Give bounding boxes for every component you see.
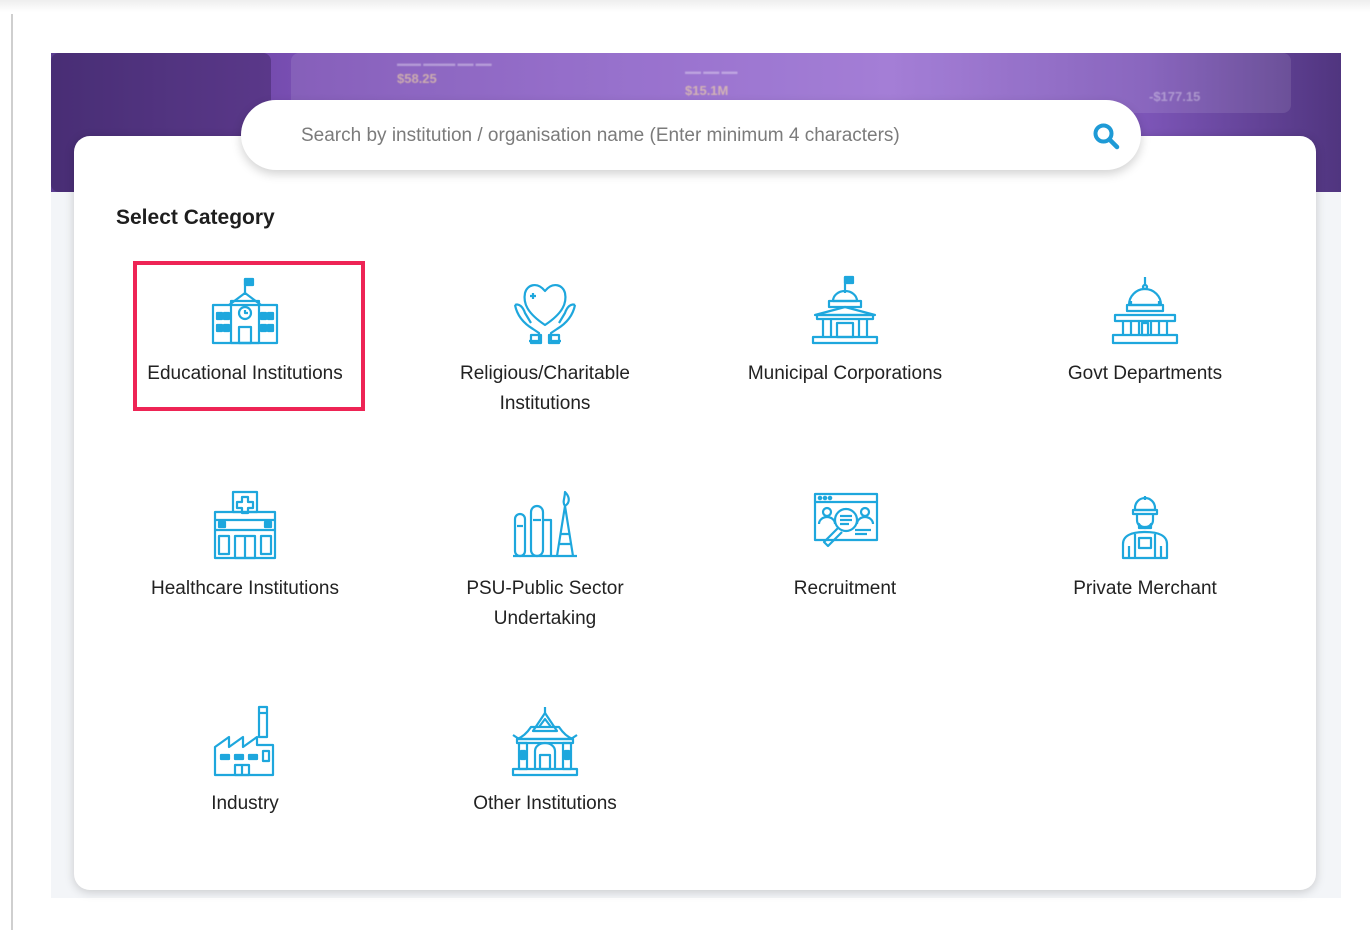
recruitment-search-icon [809, 490, 881, 562]
factory-icon [209, 705, 281, 777]
hospital-icon [209, 490, 281, 562]
category-label: Govt Departments [1067, 363, 1223, 384]
category-label: Healthcare Institutions [151, 578, 339, 599]
top-shadow [0, 0, 1370, 12]
category-recruitment[interactable]: Recruitment [695, 490, 995, 670]
category-religious-charitable[interactable]: Religious/Charitable Institutions [395, 275, 695, 455]
category-healthcare-institutions[interactable]: Healthcare Institutions [95, 490, 395, 670]
capitol-dome-icon [1109, 275, 1181, 347]
municipal-building-icon [809, 275, 881, 347]
banner-metric-2: $15.1M [685, 83, 729, 98]
search-input[interactable] [299, 121, 1063, 151]
category-industry[interactable]: Industry [95, 705, 395, 885]
category-other-institutions[interactable]: Other Institutions [395, 705, 695, 885]
category-psu-public-sector[interactable]: PSU-Public Sector Undertaking [395, 490, 695, 670]
banner-blur-caption: ▬▬▬ ▬▬▬▬ ▬▬ ▬▬ [397, 59, 492, 68]
heart-hands-icon [509, 275, 581, 347]
category-label: Religious/Charitable Institutions [459, 363, 631, 414]
search-icon[interactable] [1091, 121, 1121, 151]
selected-category-highlight [133, 261, 365, 411]
category-label: Municipal Corporations [747, 363, 943, 384]
category-label: Other Institutions [473, 793, 617, 814]
category-private-merchant[interactable]: Private Merchant [995, 490, 1295, 670]
merchant-person-icon [1109, 490, 1181, 562]
banner-blur-caption: ▬▬ ▬▬ ▬▬ [685, 67, 738, 76]
category-label: Industry [211, 793, 279, 814]
left-divider [11, 14, 13, 930]
category-label: Private Merchant [1073, 578, 1217, 599]
banner-metric-1: $58.25 [397, 71, 437, 86]
page: ▬▬▬ ▬▬▬▬ ▬▬ ▬▬ $58.25 ▬▬ ▬▬ ▬▬ $15.1M -$… [0, 0, 1370, 930]
banner-metric-3: -$177.15 [1149, 89, 1201, 104]
oil-refinery-icon [509, 490, 581, 562]
search-bar [241, 100, 1141, 170]
section-title: Select Category [116, 206, 275, 229]
temple-icon [509, 705, 581, 777]
category-govt-departments[interactable]: Govt Departments [995, 275, 1295, 455]
category-municipal-corporations[interactable]: Municipal Corporations [695, 275, 995, 455]
category-label: PSU-Public Sector Undertaking [466, 578, 624, 629]
category-label: Recruitment [793, 578, 897, 599]
